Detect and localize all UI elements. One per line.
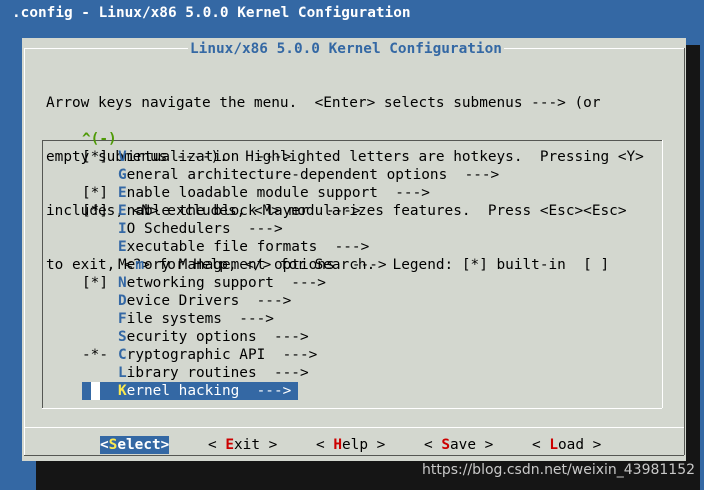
- menu-item-label: nable the block layer --->: [126, 203, 361, 219]
- menu-item-hotkey: E: [118, 203, 127, 219]
- menu-item-marker: [*]: [82, 275, 108, 291]
- button-open: <: [424, 437, 442, 453]
- menu-list: [*] Virtualization ---> General architectu…: [82, 148, 499, 400]
- menu-item-label: etworking support --->: [126, 275, 326, 291]
- menu-item-label: evice Drivers --->: [126, 293, 292, 309]
- menu-item-security[interactable]: Security options --->: [82, 328, 499, 346]
- button-separator: [24, 427, 684, 428]
- menu-item-hotkey: I: [118, 221, 127, 237]
- button-rest: elp: [342, 437, 368, 453]
- menu-item-marker: [*]: [82, 203, 108, 219]
- menu-item-hotkey: m: [135, 257, 144, 273]
- menu-item-hotkey: C: [118, 347, 127, 363]
- menu-item-hotkey: E: [118, 239, 127, 255]
- menu-item-hotkey: F: [118, 311, 127, 327]
- button-open: <: [316, 437, 334, 453]
- load-button[interactable]: < Load >: [532, 436, 601, 454]
- cursor-block: [91, 382, 100, 400]
- menu-item-kernel-hacking[interactable]: Kernel hacking --->: [82, 382, 298, 400]
- menu-item-executable-formats[interactable]: Executable file formats --->: [82, 238, 499, 256]
- help-button[interactable]: < Help >: [316, 436, 385, 454]
- menu-box-border-bottom: [42, 408, 662, 409]
- scroll-up-indicator[interactable]: ^(-): [82, 130, 117, 148]
- menu-item-io-schedulers[interactable]: IO Schedulers --->: [82, 220, 499, 238]
- button-row: <Select> < Exit > < Help > < Save > < Load >: [0, 436, 704, 454]
- button-close: >: [584, 437, 602, 453]
- menu-item-label: ile systems --->: [126, 311, 274, 327]
- button-rest: elect: [117, 437, 161, 453]
- button-hotkey: H: [333, 437, 342, 453]
- menu-item-block-layer[interactable]: [*] Enable the block layer --->: [82, 202, 499, 220]
- menu-item-virtualization[interactable]: [*] Virtualization --->: [82, 148, 499, 166]
- select-button[interactable]: <Select>: [100, 436, 170, 454]
- watermark: https://blog.csdn.net/weixin_43981152: [422, 462, 696, 478]
- menu-item-hotkey: L: [118, 365, 127, 381]
- button-rest: oad: [558, 437, 584, 453]
- menu-item-marker: [*]: [82, 185, 108, 201]
- menu-item-hotkey: D: [118, 293, 127, 309]
- menu-box-border-left: [42, 140, 43, 408]
- dialog-border-bottom: [24, 455, 684, 456]
- menu-item-networking[interactable]: [*] Networking support --->: [82, 274, 499, 292]
- button-open: <: [208, 437, 226, 453]
- menu-item-label: O Schedulers --->: [126, 221, 283, 237]
- menu-item-marker: -*-: [82, 347, 108, 363]
- menu-item-label: ory Management options --->: [144, 257, 387, 273]
- button-open: <: [100, 437, 109, 453]
- window-title: .config - Linux/x86 5.0.0 Kernel Configu…: [12, 5, 411, 21]
- menu-item-label: ibrary routines --->: [126, 365, 309, 381]
- button-open: <: [532, 437, 550, 453]
- menu-box-border-right: [662, 140, 663, 408]
- button-close: >: [476, 437, 494, 453]
- menu-item-loadable-modules[interactable]: [*] Enable loadable module support --->: [82, 184, 499, 202]
- menu-item-label: eneral architecture-dependent options --…: [126, 167, 500, 183]
- menu-item-general-arch-options[interactable]: General architecture-dependent options -…: [82, 166, 499, 184]
- menu-item-hotkey: E: [118, 185, 127, 201]
- dialog-title: Linux/x86 5.0.0 Kernel Configuration: [188, 40, 504, 58]
- menu-item-label: ryptographic API --->: [126, 347, 318, 363]
- help-line: Arrow keys navigate the menu. <Enter> se…: [46, 95, 601, 111]
- button-rest: ave: [450, 437, 476, 453]
- dialog-border-left: [24, 48, 25, 455]
- menu-item-memory-management[interactable]: Memory Management options --->: [82, 256, 499, 274]
- menu-item-hotkey: N: [118, 275, 127, 291]
- menu-item-label: ernel hacking --->: [126, 383, 292, 399]
- button-close: >: [160, 437, 170, 453]
- menu-item-hotkey: K: [118, 383, 127, 399]
- button-rest: xit: [234, 437, 260, 453]
- button-hotkey: L: [549, 437, 558, 453]
- menu-item-file-systems[interactable]: File systems --->: [82, 310, 499, 328]
- button-close: >: [368, 437, 386, 453]
- menu-item-label: ecurity options --->: [126, 329, 309, 345]
- menu-item-label: nable loadable module support --->: [126, 185, 430, 201]
- button-hotkey: E: [225, 437, 234, 453]
- save-button[interactable]: < Save >: [424, 436, 493, 454]
- menu-item-device-drivers[interactable]: Device Drivers --->: [82, 292, 499, 310]
- menu-item-marker: [*]: [82, 149, 108, 165]
- menu-item-hotkey: S: [118, 329, 127, 345]
- menu-item-label: irtualization --->: [126, 149, 292, 165]
- menu-item-label: xecutable file formats --->: [126, 239, 370, 255]
- dialog-border-right: [684, 48, 685, 455]
- menu-item-library-routines[interactable]: Library routines --->: [82, 364, 499, 382]
- button-close: >: [260, 437, 278, 453]
- exit-button[interactable]: < Exit >: [208, 436, 277, 454]
- button-hotkey: S: [441, 437, 450, 453]
- menu-item-label-prefix: Me: [118, 257, 136, 273]
- menu-item-hotkey: V: [118, 149, 127, 165]
- menu-item-hotkey: G: [118, 167, 127, 183]
- dialog-shadow-right: [686, 45, 700, 468]
- menu-item-cryptographic-api[interactable]: -*- Cryptographic API --->: [82, 346, 499, 364]
